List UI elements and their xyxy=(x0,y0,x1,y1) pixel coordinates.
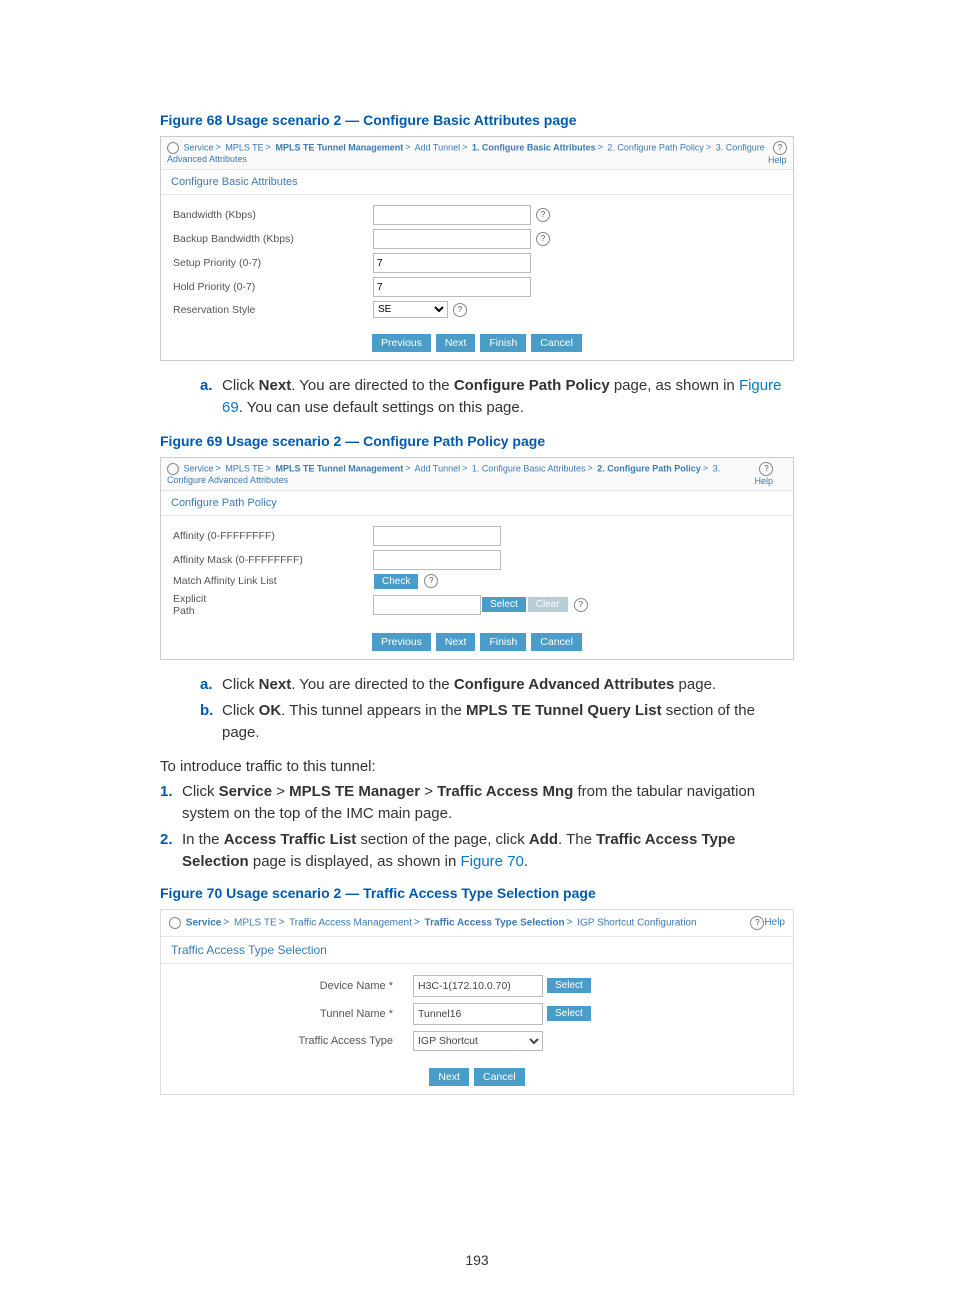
fig69-breadcrumb: Service> MPLS TE> MPLS TE Tunnel Managem… xyxy=(161,458,793,490)
section-header: Traffic Access Type Selection xyxy=(161,936,793,964)
list-marker: 1. xyxy=(160,781,182,825)
bc-item[interactable]: Add Tunnel xyxy=(415,463,461,473)
hold-priority-label: Hold Priority (0-7) xyxy=(173,281,373,293)
help-link[interactable]: ?Help xyxy=(745,916,785,930)
bc-item[interactable]: 1. Configure Basic Attributes xyxy=(472,142,596,152)
next-button[interactable]: Next xyxy=(429,1068,469,1086)
section-header: Configure Path Policy xyxy=(161,490,793,516)
tunnel-name-input[interactable] xyxy=(413,1003,543,1025)
bc-item[interactable]: Traffic Access Management xyxy=(289,917,412,928)
traffic-access-type-label: Traffic Access Type xyxy=(173,1035,413,1047)
cancel-button[interactable]: Cancel xyxy=(531,633,582,651)
explicit-path-label: Explicit Path xyxy=(173,593,373,617)
figure69-caption: Figure 69 Usage scenario 2 — Configure P… xyxy=(160,433,794,449)
finish-button[interactable]: Finish xyxy=(480,334,526,352)
bc-item[interactable]: Add Tunnel xyxy=(415,142,461,152)
setup-priority-label: Setup Priority (0-7) xyxy=(173,257,373,269)
next-button[interactable]: Next xyxy=(436,633,476,651)
figure70-link[interactable]: Figure 70 xyxy=(460,853,523,870)
figure70-panel: Service> MPLS TE> Traffic Access Managem… xyxy=(160,909,794,1095)
check-button[interactable]: Check xyxy=(374,574,418,589)
bc-item[interactable]: 1. Configure Basic Attributes xyxy=(472,463,586,473)
traffic-access-type-select[interactable]: IGP Shortcut xyxy=(413,1031,543,1051)
instruction-text: Click Service > MPLS TE Manager > Traffi… xyxy=(182,781,794,825)
help-icon[interactable]: ? xyxy=(536,232,550,246)
affinity-mask-input[interactable] xyxy=(373,550,501,570)
hold-priority-input[interactable] xyxy=(373,277,531,297)
fig70-breadcrumb: Service> MPLS TE> Traffic Access Managem… xyxy=(161,910,793,936)
list-marker: a. xyxy=(200,375,222,419)
bc-item[interactable]: MPLS TE Tunnel Management xyxy=(275,463,403,473)
bc-item[interactable]: Service xyxy=(184,463,214,473)
cancel-button[interactable]: Cancel xyxy=(474,1068,525,1086)
help-icon[interactable]: ? xyxy=(424,574,438,588)
bandwidth-label: Bandwidth (Kbps) xyxy=(173,209,373,221)
cancel-button[interactable]: Cancel xyxy=(531,334,582,352)
gear-icon xyxy=(169,917,181,929)
instruction-text: Click OK. This tunnel appears in the MPL… xyxy=(222,700,794,744)
help-icon[interactable]: ? xyxy=(574,598,588,612)
bc-item[interactable]: Service xyxy=(186,917,222,928)
help-icon[interactable]: ? xyxy=(536,208,550,222)
finish-button[interactable]: Finish xyxy=(480,633,526,651)
help-link[interactable]: ?Help xyxy=(754,462,787,486)
device-name-input[interactable] xyxy=(413,975,543,997)
affinity-mask-label: Affinity Mask (0-FFFFFFFF) xyxy=(173,554,373,566)
fig68-breadcrumb: Service> MPLS TE> MPLS TE Tunnel Managem… xyxy=(161,137,793,169)
bc-item[interactable]: 2. Configure Path Policy xyxy=(597,463,701,473)
affinity-label: Affinity (0-FFFFFFFF) xyxy=(173,530,373,542)
list-marker: b. xyxy=(200,700,222,744)
section-header: Configure Basic Attributes xyxy=(161,169,793,195)
help-link[interactable]: ?Help xyxy=(768,141,787,165)
backup-bw-label: Backup Bandwidth (Kbps) xyxy=(173,233,373,245)
bc-item[interactable]: MPLS TE xyxy=(225,142,263,152)
figure70-caption: Figure 70 Usage scenario 2 — Traffic Acc… xyxy=(160,885,794,901)
figure69-panel: Service> MPLS TE> MPLS TE Tunnel Managem… xyxy=(160,457,794,660)
setup-priority-input[interactable] xyxy=(373,253,531,273)
figure68-caption: Figure 68 Usage scenario 2 — Configure B… xyxy=(160,112,794,128)
figure68-panel: Service> MPLS TE> MPLS TE Tunnel Managem… xyxy=(160,136,794,361)
previous-button[interactable]: Previous xyxy=(372,334,431,352)
tunnel-name-label: Tunnel Name * xyxy=(173,1008,413,1020)
explicit-path-input[interactable] xyxy=(373,595,481,615)
instruction-text: In the Access Traffic List section of th… xyxy=(182,829,794,873)
bc-item[interactable]: MPLS TE xyxy=(234,917,277,928)
list-marker: 2. xyxy=(160,829,182,873)
intro-text: To introduce traffic to this tunnel: xyxy=(160,758,794,775)
bc-item[interactable]: IGP Shortcut Configuration xyxy=(577,917,696,928)
select-button[interactable]: Select xyxy=(547,1006,591,1021)
bc-item[interactable]: 2. Configure Path Policy xyxy=(607,142,704,152)
reservation-style-label: Reservation Style xyxy=(173,304,373,316)
instruction-text: Click Next. You are directed to the Conf… xyxy=(222,674,794,696)
globe-icon xyxy=(167,463,179,475)
affinity-input[interactable] xyxy=(373,526,501,546)
list-marker: a. xyxy=(200,674,222,696)
previous-button[interactable]: Previous xyxy=(372,633,431,651)
next-button[interactable]: Next xyxy=(436,334,476,352)
help-icon: ? xyxy=(750,916,764,930)
bc-item[interactable]: MPLS TE xyxy=(225,463,263,473)
device-name-label: Device Name * xyxy=(173,980,413,992)
bc-item[interactable]: Service xyxy=(184,142,214,152)
clear-button[interactable]: Clear xyxy=(528,597,568,612)
bc-item[interactable]: Traffic Access Type Selection xyxy=(425,917,565,928)
match-affinity-label: Match Affinity Link List xyxy=(173,575,373,587)
bc-item[interactable]: MPLS TE Tunnel Management xyxy=(275,142,403,152)
select-button[interactable]: Select xyxy=(547,978,591,993)
help-icon: ? xyxy=(759,462,773,476)
globe-icon xyxy=(167,142,179,154)
reservation-style-select[interactable]: SE xyxy=(373,301,448,318)
select-button[interactable]: Select xyxy=(482,597,526,612)
bandwidth-input[interactable] xyxy=(373,205,531,225)
help-icon[interactable]: ? xyxy=(453,303,467,317)
help-icon: ? xyxy=(773,141,787,155)
instruction-text: Click Next. You are directed to the Conf… xyxy=(222,375,794,419)
backup-bw-input[interactable] xyxy=(373,229,531,249)
page-number: 193 xyxy=(0,1252,954,1268)
